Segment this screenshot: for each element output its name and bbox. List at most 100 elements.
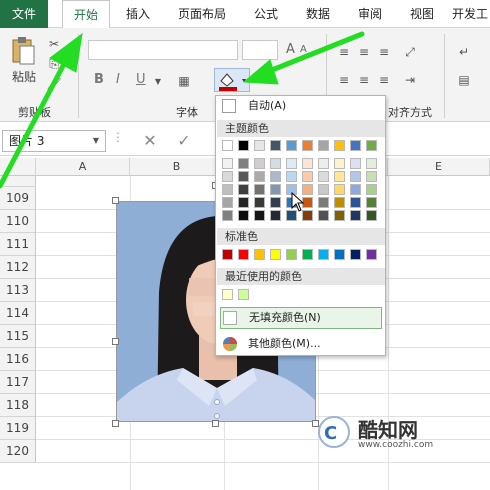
theme-shade-swatch[interactable]: [238, 210, 249, 221]
align-right-icon[interactable]: ≡: [376, 72, 392, 88]
recent-color-swatch[interactable]: [238, 289, 249, 300]
confirm-icon[interactable]: ✓: [176, 133, 192, 149]
theme-shade-swatch[interactable]: [302, 171, 313, 182]
column-header[interactable]: E: [388, 158, 490, 176]
auto-color-option[interactable]: 自动(A): [248, 97, 286, 115]
theme-color-swatch[interactable]: [222, 140, 233, 151]
standard-color-swatch[interactable]: [254, 249, 265, 260]
theme-shade-swatch[interactable]: [270, 197, 281, 208]
font-grow-button[interactable]: A: [286, 42, 295, 57]
theme-shade-swatch[interactable]: [318, 158, 329, 169]
cancel-icon[interactable]: ✕: [142, 133, 158, 149]
theme-color-swatch[interactable]: [350, 140, 361, 151]
theme-shade-swatch[interactable]: [270, 184, 281, 195]
row-header[interactable]: 120: [0, 440, 36, 463]
theme-shade-swatch[interactable]: [238, 197, 249, 208]
font-shrink-button[interactable]: A: [300, 44, 307, 55]
theme-shade-swatch[interactable]: [334, 184, 345, 195]
paste-icon[interactable]: [10, 36, 36, 66]
indent-icon[interactable]: ⇥: [402, 72, 418, 88]
font-name-dropdown[interactable]: [88, 40, 238, 60]
resize-handle[interactable]: [112, 420, 119, 427]
tab-review[interactable]: 审阅: [350, 0, 390, 28]
more-colors-option[interactable]: 其他颜色(M)...: [248, 335, 321, 353]
column-header[interactable]: A: [36, 158, 130, 176]
name-box[interactable]: 图片 3 ▼: [2, 130, 106, 152]
resize-handle[interactable]: [112, 197, 119, 204]
align-center-icon[interactable]: ≡: [356, 72, 372, 88]
row-header[interactable]: 119: [0, 417, 36, 440]
theme-shade-swatch[interactable]: [366, 158, 377, 169]
theme-shade-swatch[interactable]: [318, 184, 329, 195]
font-size-dropdown[interactable]: [242, 40, 278, 60]
theme-shade-swatch[interactable]: [222, 158, 233, 169]
theme-shade-swatch[interactable]: [254, 184, 265, 195]
theme-color-swatch[interactable]: [366, 140, 377, 151]
theme-shade-swatch[interactable]: [238, 158, 249, 169]
row-header[interactable]: 109: [0, 187, 36, 210]
standard-color-swatch[interactable]: [302, 249, 313, 260]
align-top-icon[interactable]: ≡: [336, 44, 352, 60]
orientation-icon[interactable]: ⤢: [402, 44, 418, 60]
theme-shade-swatch[interactable]: [238, 171, 249, 182]
chevron-down-icon[interactable]: ▼: [150, 74, 166, 90]
standard-color-swatch[interactable]: [222, 249, 233, 260]
row-header[interactable]: 114: [0, 302, 36, 325]
theme-shade-swatch[interactable]: [270, 158, 281, 169]
resize-handle[interactable]: [112, 338, 119, 345]
theme-color-swatch[interactable]: [270, 140, 281, 151]
row-header[interactable]: 111: [0, 233, 36, 256]
standard-color-swatch[interactable]: [366, 249, 377, 260]
row-header[interactable]: 113: [0, 279, 36, 302]
theme-shade-swatch[interactable]: [366, 197, 377, 208]
theme-shade-swatch[interactable]: [334, 197, 345, 208]
no-fill-option[interactable]: 无填充颜色(N): [220, 307, 382, 329]
theme-shade-swatch[interactable]: [318, 210, 329, 221]
theme-shade-swatch[interactable]: [366, 184, 377, 195]
theme-shade-swatch[interactable]: [366, 210, 377, 221]
underline-button[interactable]: U: [136, 72, 146, 87]
tab-formulas[interactable]: 公式: [246, 0, 286, 28]
row-header[interactable]: 115: [0, 325, 36, 348]
tab-home[interactable]: 开始: [62, 0, 110, 29]
theme-color-swatch[interactable]: [286, 140, 297, 151]
theme-color-swatch[interactable]: [318, 140, 329, 151]
select-all-corner[interactable]: [0, 158, 36, 176]
row-header[interactable]: 116: [0, 348, 36, 371]
theme-shade-swatch[interactable]: [270, 171, 281, 182]
tab-page-layout[interactable]: 页面布局: [170, 0, 234, 28]
column-header[interactable]: B: [130, 158, 224, 176]
theme-shade-swatch[interactable]: [254, 210, 265, 221]
standard-color-swatch[interactable]: [238, 249, 249, 260]
chevron-down-icon[interactable]: ▼: [93, 131, 99, 151]
align-left-icon[interactable]: ≡: [336, 72, 352, 88]
theme-shade-swatch[interactable]: [222, 210, 233, 221]
tab-data[interactable]: 数据: [298, 0, 338, 28]
standard-color-swatch[interactable]: [350, 249, 361, 260]
theme-color-swatch[interactable]: [238, 140, 249, 151]
theme-shade-swatch[interactable]: [238, 184, 249, 195]
theme-shade-swatch[interactable]: [350, 210, 361, 221]
resize-handle[interactable]: [212, 420, 219, 427]
borders-icon[interactable]: ▦: [176, 73, 192, 89]
theme-shade-swatch[interactable]: [222, 197, 233, 208]
standard-color-swatch[interactable]: [286, 249, 297, 260]
theme-shade-swatch[interactable]: [302, 158, 313, 169]
standard-color-swatch[interactable]: [270, 249, 281, 260]
tab-view[interactable]: 视图: [402, 0, 442, 28]
align-middle-icon[interactable]: ≡: [356, 44, 372, 60]
copy-icon[interactable]: ⎘: [46, 56, 62, 72]
bold-button[interactable]: B: [94, 72, 104, 87]
theme-shade-swatch[interactable]: [334, 210, 345, 221]
paste-button[interactable]: 粘贴: [12, 68, 36, 85]
theme-color-swatch[interactable]: [302, 140, 313, 151]
align-bottom-icon[interactable]: ≡: [376, 44, 392, 60]
row-header[interactable]: 110: [0, 210, 36, 233]
theme-color-swatch[interactable]: [334, 140, 345, 151]
theme-shade-swatch[interactable]: [222, 171, 233, 182]
theme-shade-swatch[interactable]: [286, 171, 297, 182]
standard-color-swatch[interactable]: [334, 249, 345, 260]
fill-color-button[interactable]: [214, 68, 250, 92]
theme-shade-swatch[interactable]: [254, 158, 265, 169]
wrap-text-icon[interactable]: ↵: [456, 44, 472, 60]
